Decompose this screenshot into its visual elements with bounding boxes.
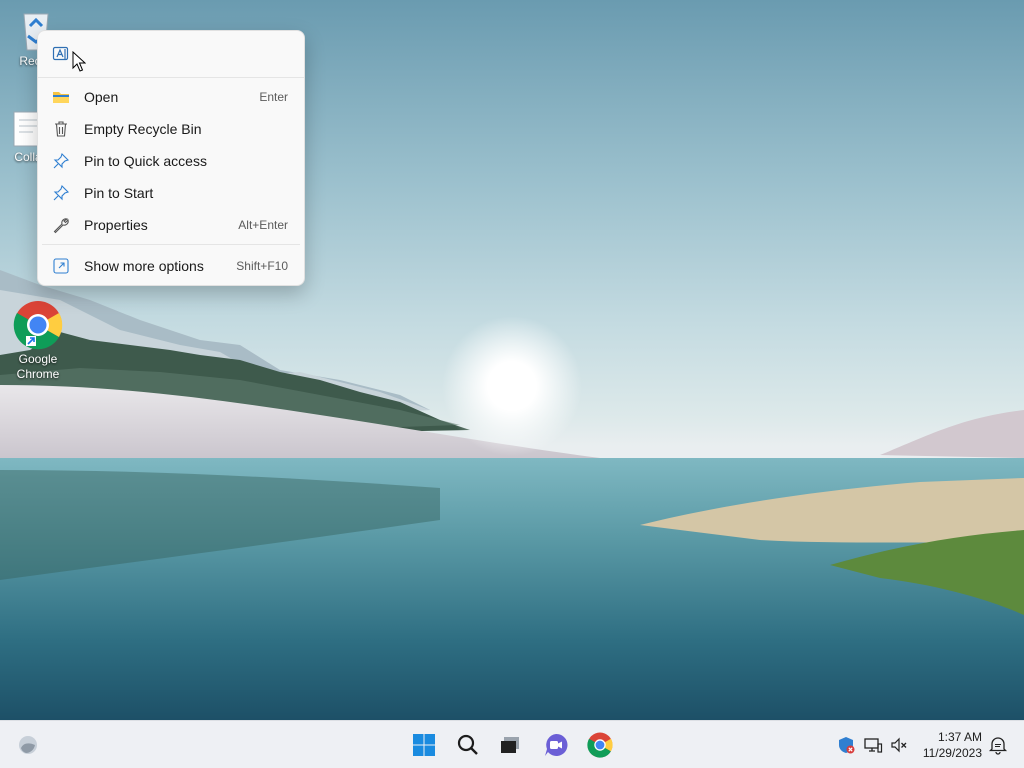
trash-icon xyxy=(52,120,70,138)
menu-item-shortcut: Alt+Enter xyxy=(238,218,288,232)
menu-separator xyxy=(42,244,300,245)
menu-item-show-more-options[interactable]: Show more options Shift+F10 xyxy=(42,251,300,281)
start-button[interactable] xyxy=(408,729,440,761)
chrome-icon xyxy=(587,732,613,758)
notification-icon[interactable] xyxy=(988,735,1008,755)
start-icon xyxy=(413,734,435,756)
network-icon[interactable] xyxy=(863,735,883,755)
mouse-cursor-icon xyxy=(72,51,86,72)
menu-item-label: Show more options xyxy=(84,258,204,274)
menu-item-properties[interactable]: Properties Alt+Enter xyxy=(42,210,300,240)
task-view-button[interactable] xyxy=(494,729,526,761)
security-icon[interactable] xyxy=(836,735,856,755)
pin-icon xyxy=(52,184,70,202)
menu-item-pin-to-start[interactable]: Pin to Start xyxy=(42,178,300,208)
taskbar: 1:37 AM 11/29/2023 xyxy=(0,720,1024,768)
desktop-icon-label-line2: Chrome xyxy=(16,367,60,381)
search-icon xyxy=(457,734,478,755)
desktop-icon-google-chrome[interactable]: Google Chrome xyxy=(0,300,76,382)
wrench-icon xyxy=(52,216,70,234)
pin-icon xyxy=(52,152,70,170)
chat-button[interactable] xyxy=(540,729,572,761)
chrome-icon xyxy=(13,301,63,350)
clock-date: 11/29/2023 xyxy=(922,746,982,760)
menu-item-empty-recycle-bin[interactable]: Empty Recycle Bin xyxy=(42,114,300,144)
desktop-icon-label-line1: Google xyxy=(18,352,58,366)
search-button[interactable] xyxy=(452,729,484,761)
menu-item-label: Properties xyxy=(84,217,148,233)
show-more-icon xyxy=(52,257,70,275)
clock-time: 1:37 AM xyxy=(937,730,982,744)
teams-chat-icon xyxy=(545,733,568,756)
menu-item-shortcut: Enter xyxy=(259,90,288,104)
widgets-button[interactable] xyxy=(12,729,44,761)
system-clock[interactable]: 1:37 AM 11/29/2023 xyxy=(923,729,982,761)
menu-item-label: Pin to Quick access xyxy=(84,153,207,169)
folder-icon xyxy=(52,88,70,106)
chrome-taskbar-button[interactable] xyxy=(584,729,616,761)
volume-muted-icon[interactable] xyxy=(889,735,909,755)
menu-item-label: Empty Recycle Bin xyxy=(84,121,202,137)
menu-item-label: Pin to Start xyxy=(84,185,154,201)
menu-item-label: Open xyxy=(84,89,119,105)
weather-icon xyxy=(19,736,37,754)
rename-icon[interactable] xyxy=(52,45,70,63)
task-view-icon xyxy=(501,737,519,753)
menu-item-pin-to-quick-access[interactable]: Pin to Quick access xyxy=(42,146,300,176)
menu-item-shortcut: Shift+F10 xyxy=(236,259,288,273)
menu-item-open[interactable]: Open Enter xyxy=(42,82,300,112)
